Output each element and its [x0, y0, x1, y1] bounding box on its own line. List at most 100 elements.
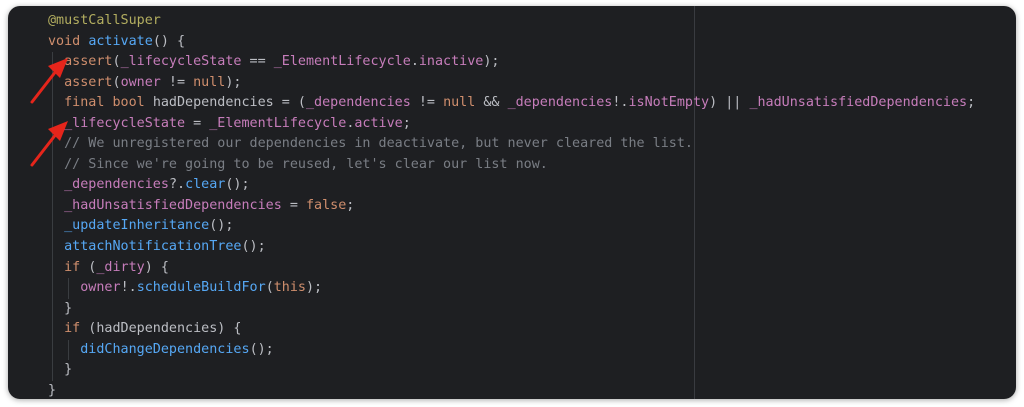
code-token: );	[306, 280, 323, 296]
red-arrow-icon-1	[30, 58, 68, 104]
code-token: ==	[241, 54, 274, 70]
code-token: void	[48, 33, 89, 49]
code-token: scheduleBuildFor	[136, 280, 266, 296]
code-token: _lifecycleState	[120, 54, 242, 70]
code-token: activate	[88, 33, 153, 49]
code-line[interactable]: didChangeDependencies();	[8, 339, 1016, 361]
indent-guide	[52, 195, 53, 217]
code-token: ) {	[144, 259, 169, 275]
code-token: =	[185, 115, 210, 131]
code-token: _hadUnsatisfiedDependencies	[64, 197, 282, 213]
code-token: attachNotificationTree	[64, 239, 242, 255]
code-token: !.	[612, 95, 629, 111]
code-line[interactable]: }	[8, 360, 1016, 381]
code-token: false	[305, 197, 347, 213]
code-token: ();	[249, 341, 274, 357]
indent-guide	[52, 237, 53, 258]
code-token: !=	[160, 74, 194, 90]
code-token: _dependencies	[306, 95, 411, 111]
code-token: if	[64, 321, 81, 337]
code-token: );	[483, 54, 500, 70]
code-token: );	[225, 74, 242, 90]
code-token: didChangeDependencies	[80, 341, 250, 357]
code-token: this	[273, 280, 306, 296]
code-token: // We unregistered our dependencies in d…	[64, 136, 693, 152]
code-token: inactive	[418, 54, 484, 70]
code-token: ;	[402, 115, 411, 131]
code-line[interactable]: _dependencies?.clear();	[8, 175, 1016, 196]
code-token: .	[410, 54, 419, 70]
code-line[interactable]: assert(owner != null);	[8, 72, 1016, 94]
code-line[interactable]: _lifecycleState = _ElementLifecycle.acti…	[8, 113, 1016, 135]
code-line[interactable]: assert(_lifecycleState == _ElementLifecy…	[8, 52, 1016, 73]
indent-guide	[52, 319, 53, 340]
code-token: ?.	[168, 177, 186, 193]
code-line[interactable]: attachNotificationTree();	[8, 237, 1016, 258]
code-token: }	[64, 300, 73, 316]
indent-guide	[52, 298, 53, 320]
code-token: =	[281, 197, 306, 213]
code-line[interactable]: owner!.scheduleBuildFor(this);	[8, 278, 1016, 299]
code-token: _dependencies	[507, 95, 613, 111]
code-line[interactable]: void activate() {	[8, 32, 1016, 53]
code-token: ();	[241, 239, 266, 255]
indent-guide	[52, 360, 53, 381]
code-token: (	[112, 54, 121, 70]
indent-guide	[52, 216, 53, 238]
code-token: (	[112, 74, 121, 90]
code-token: // Since we're going to be reused, let's…	[64, 156, 548, 172]
code-token: _dirty	[96, 259, 145, 275]
code-token: _ElementLifecycle	[273, 54, 411, 70]
code-token: !=	[410, 95, 444, 111]
code-line[interactable]: if (hadDependencies) {	[8, 319, 1016, 340]
code-token: null	[193, 74, 226, 90]
code-line[interactable]: final bool hadDependencies = (_dependenc…	[8, 93, 1016, 114]
code-token: (	[265, 280, 274, 296]
red-arrow-icon-2	[30, 121, 68, 167]
indent-guide	[52, 257, 53, 279]
code-line[interactable]: }	[8, 381, 1016, 399]
indent-guide	[68, 278, 69, 299]
code-token: _updateInheritance	[64, 218, 210, 234]
code-line[interactable]: // Since we're going to be reused, let's…	[8, 154, 1016, 176]
code-token: active	[354, 115, 403, 131]
code-token: if	[64, 259, 81, 275]
code-line[interactable]: @mustCallSuper	[8, 11, 1016, 32]
code-token: (	[80, 259, 97, 275]
code-token: ();	[225, 177, 250, 193]
code-token: isNotEmpty	[628, 95, 710, 111]
code-token: !.	[120, 280, 137, 296]
code-token: clear	[185, 177, 226, 193]
code-token: @mustCallSuper	[48, 13, 161, 28]
code-token: owner	[120, 74, 161, 90]
code-token: &&	[475, 95, 508, 111]
indent-guide	[52, 339, 53, 361]
code-line[interactable]: _updateInheritance();	[8, 216, 1016, 238]
code-line[interactable]: _hadUnsatisfiedDependencies = false;	[8, 195, 1016, 217]
code-token: _ElementLifecycle	[209, 115, 347, 131]
code-token: null	[443, 95, 476, 111]
code-line[interactable]: // We unregistered our dependencies in d…	[8, 134, 1016, 155]
code-token: hadDependencies = (	[152, 95, 306, 111]
indent-guide	[52, 278, 53, 299]
code-line[interactable]: if (_dirty) {	[8, 257, 1016, 279]
code-token: ;	[967, 95, 976, 111]
code-token: ();	[209, 218, 234, 234]
indent-guide	[68, 339, 69, 361]
code-token: }	[64, 362, 73, 378]
code-token: () {	[152, 33, 186, 49]
code-token: _hadUnsatisfiedDependencies	[749, 95, 968, 111]
code-block[interactable]: @mustCallSuper void activate() { assert(_…	[8, 11, 1016, 399]
code-editor-panel: @mustCallSuper void activate() { assert(_…	[8, 6, 1016, 399]
code-token: owner	[80, 280, 121, 296]
code-token: ) ||	[709, 95, 750, 111]
code-line[interactable]: }	[8, 298, 1016, 320]
code-token: }	[48, 382, 57, 398]
